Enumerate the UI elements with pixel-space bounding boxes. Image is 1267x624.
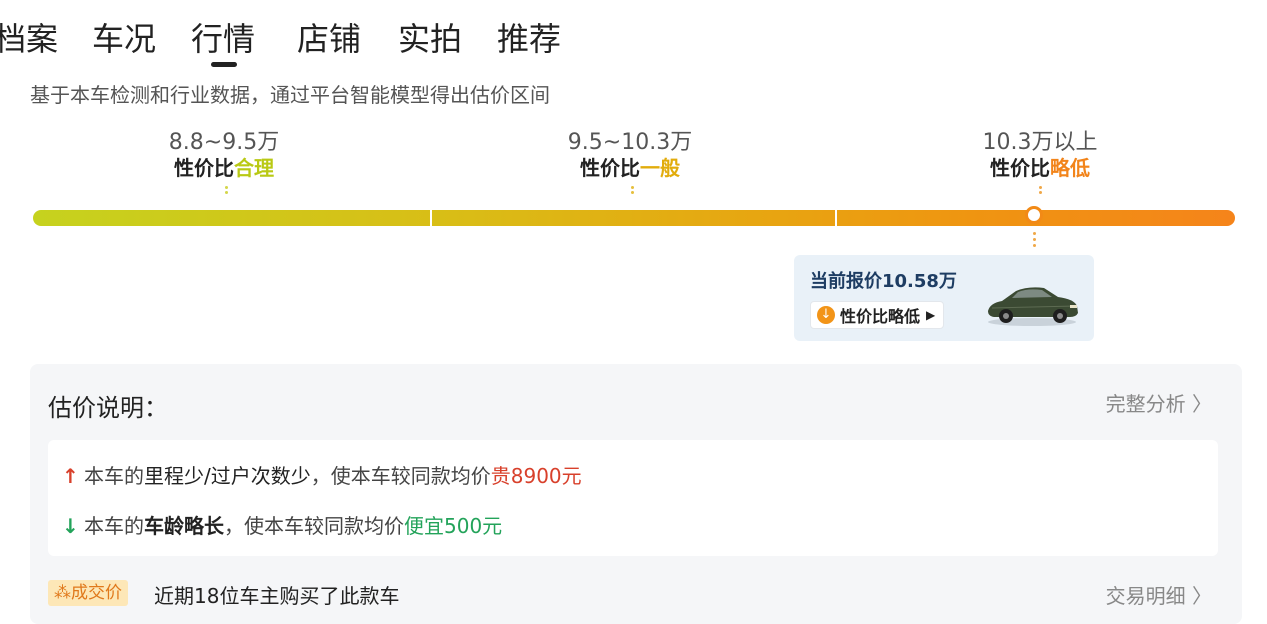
arrow-up-icon: ↑ <box>62 464 79 488</box>
deal-badge-label: 成交价 <box>71 583 122 603</box>
reason-mid: ，使本车较同款均价 <box>310 464 491 488</box>
play-triangle-icon: ▶ <box>926 308 936 322</box>
segment-rating: 性价比合理 <box>94 156 354 180</box>
segment-rating-prefix: 性价比 <box>580 156 640 180</box>
tab-condition[interactable]: 车况 <box>92 14 156 60</box>
segment-average: 9.5~10.3万 性价比一般 <box>500 130 760 180</box>
list-item: ↓ 本车的车龄略长，使本车较同款均价便宜500元 <box>62 510 502 539</box>
current-price-text: 当前报价10.58万 <box>810 271 957 292</box>
tab-shop[interactable]: 店铺 <box>297 14 361 60</box>
car-thumbnail <box>988 287 1078 326</box>
transaction-details-link[interactable]: 交易明细 〉 <box>1106 580 1212 609</box>
tab-market[interactable]: 行情 <box>191 14 255 60</box>
segment-rating-prefix: 性价比 <box>174 156 234 180</box>
tab-photos[interactable]: 实拍 <box>398 14 462 60</box>
segment-rating-prefix: 性价比 <box>990 156 1050 180</box>
segment-rating-value: 一般 <box>640 156 680 180</box>
price-range-bar <box>33 210 1235 226</box>
explanation-title: 估价说明： <box>48 394 168 422</box>
tab-recommend[interactable]: 推荐 <box>497 14 561 60</box>
down-arrow-circle-icon: ↓ <box>817 306 835 324</box>
tab-archive[interactable]: 档案 <box>0 14 58 60</box>
segment-rating: 性价比一般 <box>500 156 760 180</box>
reason-value: 贵8900元 <box>490 464 582 488</box>
deal-summary: 近期18位车主购买了此款车 <box>154 584 400 608</box>
list-item: ↑ 本车的里程少/过户次数少，使本车较同款均价贵8900元 <box>62 460 582 489</box>
segment-pointer-dots <box>224 186 228 200</box>
valuation-explanation: 估价说明： 完整分析 〉 ↑ 本车的里程少/过户次数少，使本车较同款均价贵8900… <box>30 364 1242 624</box>
segment-rating: 性价比略低 <box>910 156 1170 180</box>
reason-mid: ，使本车较同款均价 <box>224 514 404 538</box>
segment-rating-value: 合理 <box>234 156 274 180</box>
segment-rating-value: 略低 <box>1050 156 1090 180</box>
segment-low: 10.3万以上 性价比略低 <box>910 130 1170 180</box>
reason-value: 便宜500元 <box>404 514 503 538</box>
reason-prefix: 本车的 <box>84 464 144 488</box>
segment-reasonable: 8.8~9.5万 性价比合理 <box>94 130 354 180</box>
segment-range: 9.5~10.3万 <box>567 130 693 155</box>
reason-highlight: 车龄略长 <box>144 514 224 538</box>
deal-badge-icon: ⁂ <box>54 583 71 603</box>
value-rating-pill[interactable]: ↓ 性价比略低 ▶ <box>810 301 945 329</box>
price-reasons: ↑ 本车的里程少/过户次数少，使本车较同款均价贵8900元 ↓ 本车的车龄略长，使本… <box>48 440 1218 556</box>
active-tab-indicator <box>211 62 237 67</box>
segment-range: 10.3万以上 <box>982 130 1098 155</box>
full-analysis-link[interactable]: 完整分析 〉 <box>1106 388 1212 417</box>
current-price-pointer <box>1032 232 1036 252</box>
current-price-card[interactable]: 当前报价10.58万 ↓ 性价比略低 ▶ <box>794 255 1094 341</box>
reason-prefix: 本车的 <box>84 514 144 538</box>
value-rating-label: 性价比略低 <box>840 307 921 326</box>
arrow-down-icon: ↓ <box>62 514 79 538</box>
segment-pointer-dots <box>630 186 634 200</box>
reason-highlight: 里程少/过户次数少 <box>144 464 311 488</box>
segment-pointer-dots <box>1038 186 1042 200</box>
bar-divider <box>430 210 432 226</box>
deal-price-badge: ⁂成交价 <box>48 580 128 606</box>
segment-range: 8.8~9.5万 <box>168 130 280 155</box>
valuation-subtitle: 基于本车检测和行业数据，通过平台智能模型得出估价区间 <box>30 83 550 107</box>
bar-divider <box>835 210 837 226</box>
